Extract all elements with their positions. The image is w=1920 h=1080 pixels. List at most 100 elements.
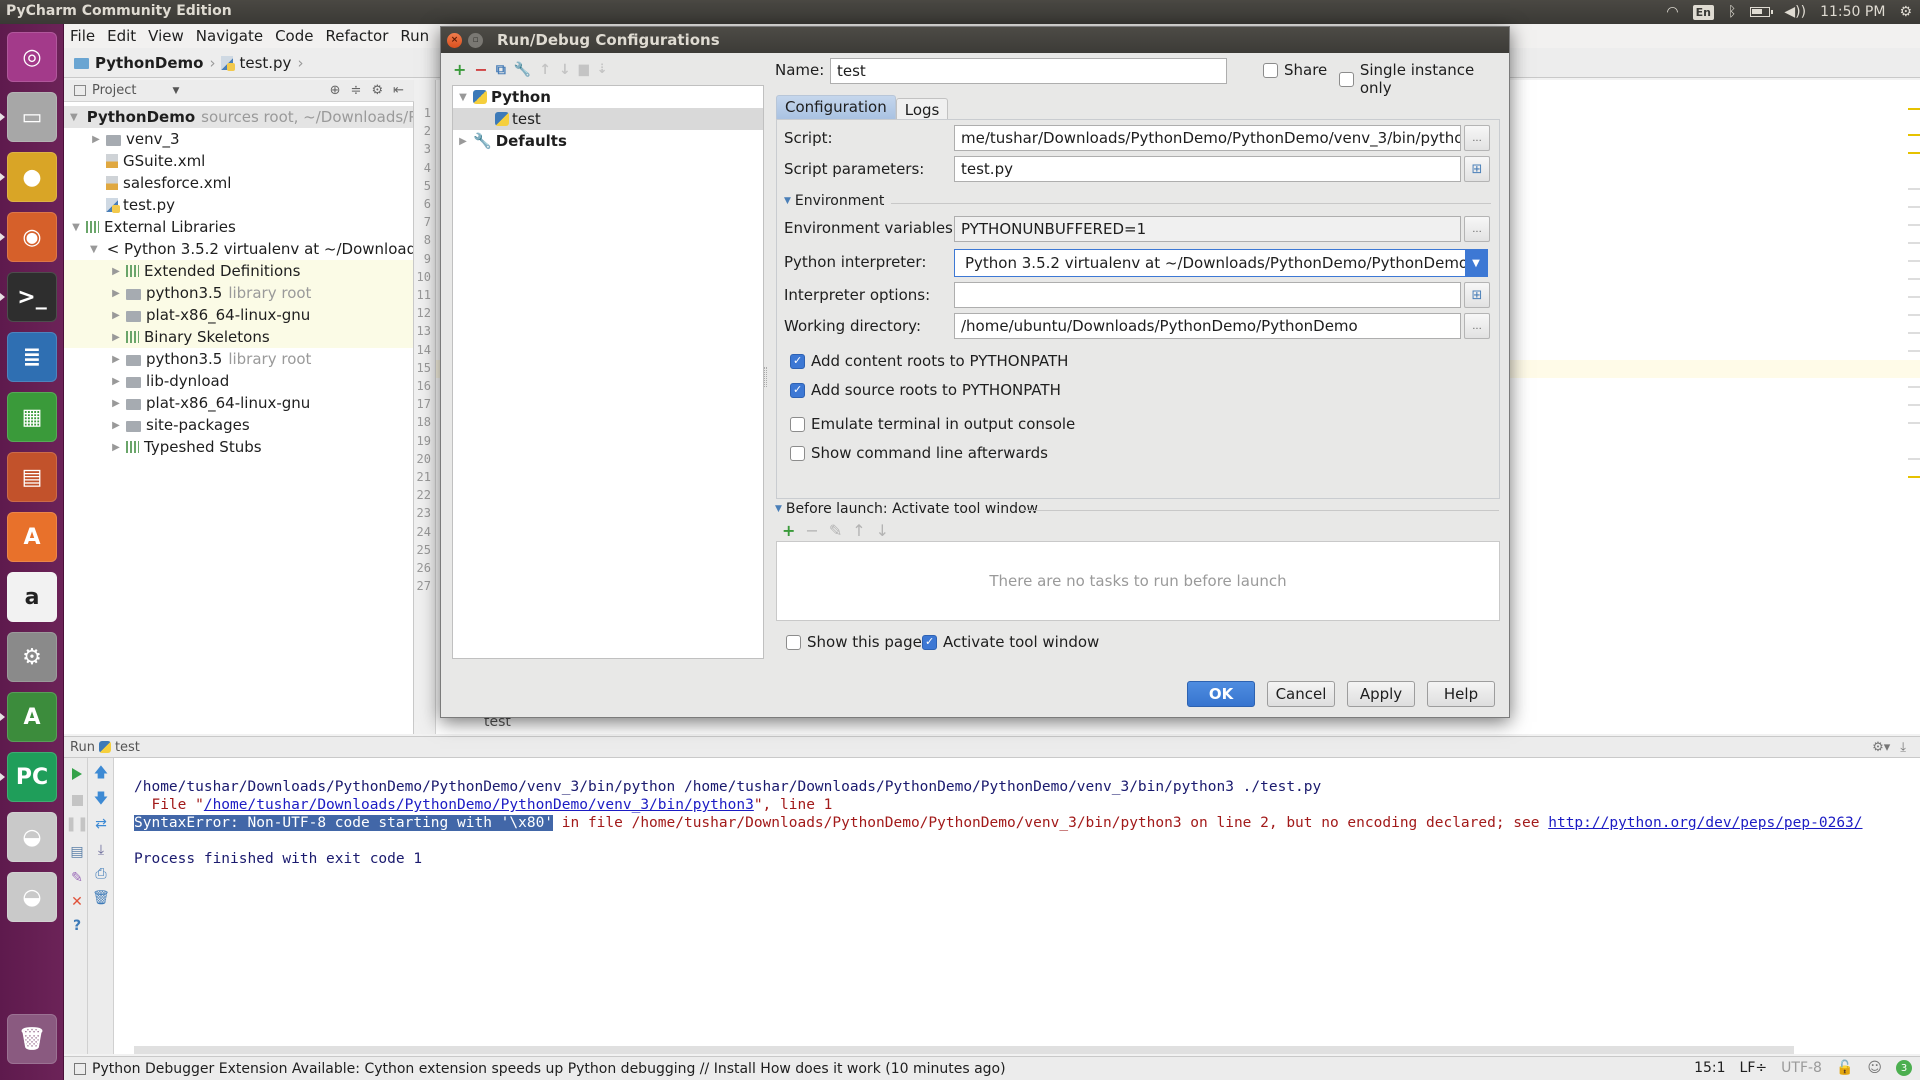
restore-layout-icon[interactable]: ▤ (69, 844, 85, 860)
stripe-marker[interactable] (1908, 242, 1920, 244)
source-roots-checkbox[interactable] (790, 382, 805, 398)
wifi-icon[interactable]: ◠ (1666, 4, 1678, 20)
show-page-checkbox[interactable] (786, 634, 801, 650)
launcher-libreoffice-calc-icon[interactable]: ▦ (7, 392, 57, 442)
show-page-checkbox-row[interactable]: Show this page (786, 633, 922, 651)
chevron-down-icon[interactable]: ▼ (1465, 250, 1487, 276)
script-input[interactable]: me/tushar/Downloads/PythonDemo/PythonDem… (954, 125, 1461, 151)
menu-view[interactable]: View (148, 27, 184, 45)
working-directory-input[interactable]: /home/ubuntu/Downloads/PythonDemo/Python… (954, 313, 1461, 339)
expand-options-icon[interactable]: ⊞ (1464, 282, 1490, 308)
tool-windows-toggle-icon[interactable] (74, 1062, 86, 1075)
pause-icon[interactable]: ❚❚ (65, 816, 88, 832)
content-roots-checkbox[interactable] (790, 353, 805, 369)
stripe-marker[interactable] (1908, 422, 1920, 424)
stripe-marker[interactable] (1908, 188, 1920, 190)
stripe-marker[interactable] (1908, 314, 1920, 316)
expand-arrow-icon[interactable]: ▶ (110, 376, 122, 387)
emulate-terminal-checkbox-row[interactable]: Emulate terminal in output console (790, 415, 1075, 433)
inspector-icon[interactable]: ☺ (1867, 1060, 1882, 1076)
move-task-down-icon[interactable]: ↓ (876, 521, 889, 540)
launcher-libreoffice-impress-icon[interactable]: ▤ (7, 452, 57, 502)
emulate-terminal-checkbox[interactable] (790, 416, 805, 432)
activate-tool-window-checkbox-row[interactable]: Activate tool window (922, 633, 1099, 651)
expand-arrow-icon[interactable]: ▶ (110, 398, 122, 409)
name-input[interactable]: test (830, 58, 1227, 84)
before-launch-section-toggle[interactable]: ▼ Before launch: Activate tool window (775, 501, 1038, 517)
share-checkbox[interactable] (1263, 62, 1278, 78)
project-tree-item[interactable]: ▶ plat-x86_64-linux-gnu (64, 304, 413, 326)
expand-arrow-icon[interactable]: ▶ (110, 332, 122, 343)
clock[interactable]: 11:50 PM (1820, 4, 1885, 20)
collapse-all-icon[interactable]: ≑ (351, 83, 362, 98)
clear-trash-icon[interactable]: 🗑 (92, 890, 110, 906)
power-gear-icon[interactable]: ⚙ (1899, 4, 1912, 20)
print-icon[interactable]: ⎙ (93, 866, 109, 882)
single-instance-checkbox-row[interactable]: Single instance only (1339, 61, 1509, 97)
menu-code[interactable]: Code (275, 27, 313, 45)
remove-task-icon[interactable]: − (805, 521, 818, 540)
expand-parameters-icon[interactable]: ⊞ (1464, 156, 1490, 182)
project-tree-item[interactable]: ▶ Typeshed Stubs (64, 436, 413, 458)
close-window-icon[interactable]: × (447, 32, 462, 48)
battery-icon[interactable] (1750, 7, 1774, 17)
error-stripe[interactable] (1904, 102, 1920, 734)
project-tree-item[interactable]: ▶ venv_3 (64, 128, 413, 150)
launcher-files-icon[interactable]: ▭ (7, 92, 57, 142)
stripe-marker[interactable] (1908, 476, 1920, 478)
breadcrumb-file[interactable]: test.py (239, 54, 291, 72)
splitter-handle[interactable] (764, 367, 767, 387)
pep-0263-link[interactable]: http://python.org/dev/peps/pep-0263/ (1548, 815, 1862, 831)
stripe-marker[interactable] (1908, 350, 1920, 352)
project-tree-item[interactable]: ▶ python3.5 library root (64, 282, 413, 304)
breadcrumb-project[interactable]: PythonDemo (95, 54, 203, 72)
source-roots-checkbox-row[interactable]: Add source roots to PYTHONPATH (790, 381, 1061, 399)
stripe-marker[interactable] (1908, 108, 1920, 110)
expand-arrow-icon[interactable]: ▶ (110, 442, 122, 453)
pin-icon[interactable]: ✎ (69, 870, 85, 886)
stripe-marker[interactable] (1908, 206, 1920, 208)
sort-alpha-icon[interactable]: ⇣ (597, 62, 608, 77)
volume-icon[interactable]: ◀)) (1784, 4, 1806, 20)
project-tree-item[interactable]: ▼ < Python 3.5.2 virtualenv at ~/Download… (64, 238, 413, 260)
move-task-up-icon[interactable]: ↑ (852, 521, 865, 540)
tab-configuration[interactable]: Configuration (776, 95, 896, 119)
tree-node-test[interactable]: test (453, 108, 763, 130)
stripe-marker[interactable] (1908, 278, 1920, 280)
run-console-output[interactable]: /home/tushar/Downloads/PythonDemo/Python… (114, 758, 1920, 1054)
expand-arrow-icon[interactable]: ▶ (110, 266, 122, 277)
show-command-line-checkbox-row[interactable]: Show command line afterwards (790, 444, 1048, 462)
add-config-icon[interactable]: + (453, 60, 466, 79)
stripe-marker[interactable] (1908, 332, 1920, 334)
move-down-icon[interactable]: ↓ (559, 62, 571, 78)
settings-gear-icon[interactable]: ⚙ (371, 83, 383, 98)
arrow-up-icon[interactable]: 🡅 (93, 765, 109, 782)
help-icon[interactable]: ? (69, 918, 85, 934)
locate-icon[interactable]: ⊕ (330, 83, 341, 98)
expand-arrow-icon[interactable]: ▶ (90, 134, 102, 145)
menu-refactor[interactable]: Refactor (325, 27, 388, 45)
project-tree-item[interactable]: ▶ python3.5 library root (64, 348, 413, 370)
edit-env-vars-button[interactable]: ... (1464, 216, 1490, 242)
launcher-pycharm-icon[interactable]: PC (7, 752, 57, 802)
launcher-chrome-icon[interactable]: ● (7, 152, 57, 202)
status-message[interactable]: Python Debugger Extension Available: Cyt… (92, 1061, 1006, 1077)
menu-run[interactable]: Run (400, 27, 429, 45)
environment-section-toggle[interactable]: ▼ Environment (784, 193, 884, 209)
stripe-marker[interactable] (1908, 458, 1920, 460)
launcher-drive-2-icon[interactable]: ◒ (7, 872, 57, 922)
tree-node-defaults[interactable]: ▶ 🔧 Defaults (453, 130, 763, 152)
project-tree-item[interactable]: test.py (64, 194, 413, 216)
project-tree-item[interactable]: ▶ lib-dynload (64, 370, 413, 392)
share-checkbox-row[interactable]: Share (1263, 61, 1327, 79)
launcher-software-center-icon[interactable]: A (7, 512, 57, 562)
stripe-marker[interactable] (1908, 152, 1920, 154)
python-interpreter-select[interactable]: Python 3.5.2 virtualenv at ~/Downloads/P… (954, 249, 1488, 277)
line-separator-selector[interactable]: LF÷ (1740, 1060, 1768, 1076)
stripe-marker[interactable] (1908, 134, 1920, 136)
remove-config-icon[interactable]: − (474, 60, 487, 79)
launcher-libreoffice-writer-icon[interactable]: ≣ (7, 332, 57, 382)
tree-node-python[interactable]: ▼ Python (453, 86, 763, 108)
activate-tool-window-checkbox[interactable] (922, 634, 937, 650)
launcher-terminal-icon[interactable]: >_ (7, 272, 57, 322)
